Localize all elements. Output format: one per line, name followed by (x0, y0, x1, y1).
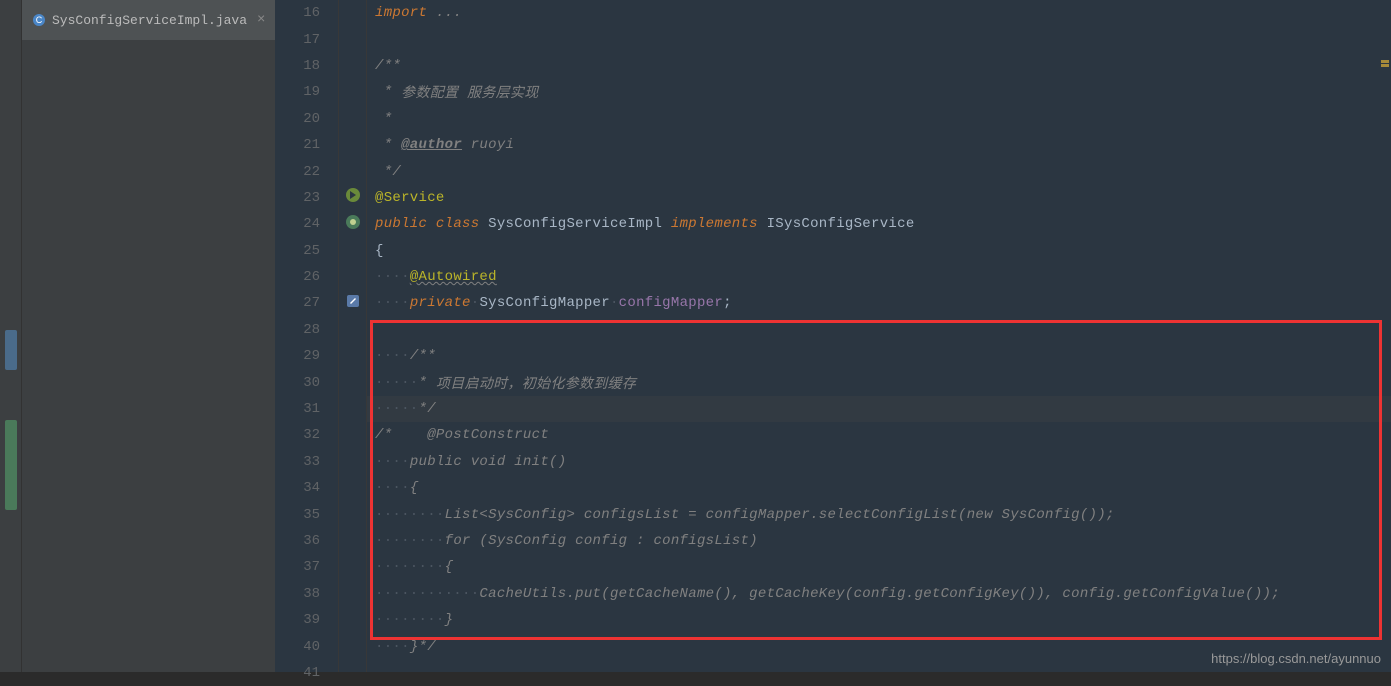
code-line[interactable]: ····public void init() (367, 449, 1391, 475)
gutter-icon-cell (339, 211, 366, 237)
gutter-icon-cell (339, 0, 366, 26)
line-number: 18 (275, 58, 338, 74)
code-line[interactable]: /** (367, 53, 1391, 79)
editor-tabs: C SysConfigServiceImpl.java × (22, 0, 275, 40)
gutter-icon-cell (339, 26, 366, 52)
gutter-icon-cell (339, 185, 366, 211)
line-number: 21 (275, 137, 338, 153)
code-line[interactable]: import ... (367, 0, 1391, 26)
code-line[interactable]: * 参数配置 服务层实现 (367, 79, 1391, 105)
code-line[interactable]: ····private·SysConfigMapper·configMapper… (367, 290, 1391, 316)
code-line[interactable]: ········List<SysConfig> configsList = co… (367, 501, 1391, 527)
code-editor[interactable]: 16 17 18 19 20 21 22 23 24 25 26 27 28 29 30 31 32 33 34 35… (275, 0, 1391, 672)
code-line[interactable]: * (367, 106, 1391, 132)
code-line[interactable]: /* @PostConstruct (367, 422, 1391, 448)
gutter-icon-cell (339, 106, 366, 132)
gutter-icon-cell (339, 607, 366, 633)
line-number: 38 (275, 586, 338, 602)
line-number: 26 (275, 269, 338, 285)
gutter-icon-cell (339, 422, 366, 448)
gutter-icon-cell (339, 449, 366, 475)
left-indicator (5, 420, 17, 510)
scroll-marker (1381, 60, 1389, 63)
gutter-icon-cell (339, 343, 366, 369)
close-icon[interactable]: × (257, 12, 265, 28)
watermark-text: https://blog.csdn.net/ayunnuo (1211, 651, 1381, 666)
code-line[interactable]: public class SysConfigServiceImpl implem… (367, 211, 1391, 237)
line-number: 22 (275, 164, 338, 180)
gutter-icon-cell (339, 53, 366, 79)
gutter-icon-cell (339, 290, 366, 316)
gutter-icon-cell (339, 396, 366, 422)
line-number: 31 (275, 401, 338, 417)
gutter-icon-cell (339, 554, 366, 580)
line-number: 39 (275, 612, 338, 628)
line-number: 29 (275, 348, 338, 364)
gutter-icon-cell (339, 528, 366, 554)
line-number: 16 (275, 5, 338, 21)
line-number: 34 (275, 480, 338, 496)
code-line[interactable] (367, 26, 1391, 52)
project-panel-empty (22, 40, 275, 672)
java-class-icon: C (32, 13, 46, 27)
line-number: 40 (275, 639, 338, 655)
svg-text:C: C (36, 15, 43, 25)
line-number: 37 (275, 559, 338, 575)
code-line[interactable]: * @author ruoyi (367, 132, 1391, 158)
code-line[interactable]: ····/** (367, 343, 1391, 369)
left-indicator (5, 330, 17, 370)
line-number: 41 (275, 665, 338, 681)
gutter-icon-cell (339, 264, 366, 290)
line-number: 19 (275, 84, 338, 100)
gutter-icon-cell (339, 369, 366, 395)
code-line[interactable]: ·····*/ (367, 396, 1391, 422)
gutter-icon-cell (339, 132, 366, 158)
gutter-icon-cell (339, 581, 366, 607)
line-number: 17 (275, 32, 338, 48)
code-line[interactable]: ········{ (367, 554, 1391, 580)
gutter-icon-cell (339, 238, 366, 264)
bean-icon[interactable] (345, 214, 361, 235)
code-line[interactable]: { (367, 238, 1391, 264)
line-number: 36 (275, 533, 338, 549)
tab-label: SysConfigServiceImpl.java (52, 13, 247, 28)
line-number-gutter[interactable]: 16 17 18 19 20 21 22 23 24 25 26 27 28 29 30 31 32 33 34 35… (275, 0, 339, 672)
code-line[interactable]: @Service (367, 185, 1391, 211)
gutter-icon-cell (339, 660, 366, 686)
scroll-marker (1381, 64, 1389, 67)
line-number: 23 (275, 190, 338, 206)
line-number: 32 (275, 427, 338, 443)
line-number: 33 (275, 454, 338, 470)
svc-icon[interactable] (345, 187, 361, 208)
code-line[interactable]: ····@Autowired (367, 264, 1391, 290)
line-number: 27 (275, 295, 338, 311)
code-line[interactable]: ········} (367, 607, 1391, 633)
code-line[interactable]: ············CacheUtils.put(getCacheName(… (367, 581, 1391, 607)
line-number: 24 (275, 216, 338, 232)
code-line[interactable]: ····{ (367, 475, 1391, 501)
line-number: 28 (275, 322, 338, 338)
tool-window-bar[interactable] (0, 0, 22, 672)
code-line[interactable]: ·····* 项目启动时，初始化参数到缓存 (367, 369, 1391, 395)
tab-sysconfigserviceimpl[interactable]: C SysConfigServiceImpl.java × (22, 0, 275, 40)
line-number: 35 (275, 507, 338, 523)
code-line[interactable] (367, 317, 1391, 343)
line-number: 25 (275, 243, 338, 259)
code-area[interactable]: import ... /** * 参数配置 服务层实现 * * @author r… (367, 0, 1391, 672)
gutter-icon-cell (339, 633, 366, 659)
edit-icon[interactable] (345, 293, 361, 314)
gutter-icon-cell (339, 317, 366, 343)
gutter-icon-cell (339, 501, 366, 527)
gutter-icon-cell (339, 158, 366, 184)
code-line[interactable]: ········for (SysConfig config : configsL… (367, 528, 1391, 554)
line-number: 30 (275, 375, 338, 391)
gutter-icon-cell (339, 475, 366, 501)
line-number: 20 (275, 111, 338, 127)
code-line[interactable]: */ (367, 158, 1391, 184)
gutter-icon-cell (339, 79, 366, 105)
icon-gutter[interactable] (339, 0, 367, 672)
